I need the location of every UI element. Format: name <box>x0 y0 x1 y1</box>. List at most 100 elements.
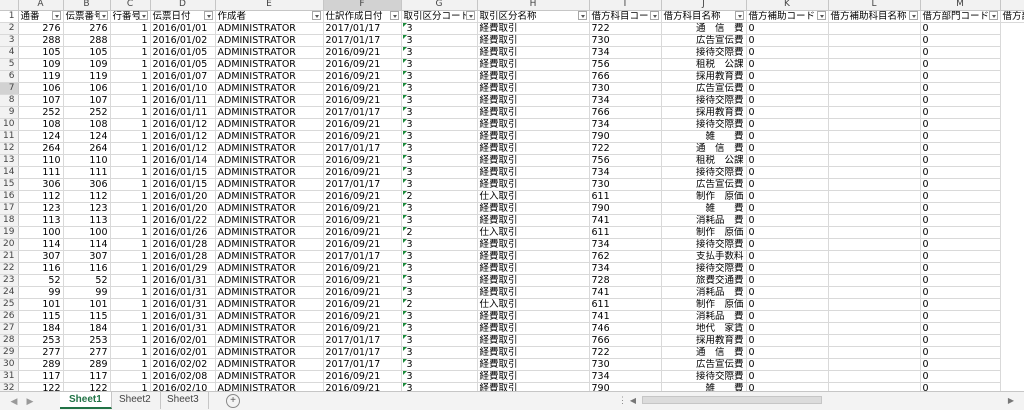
column-header[interactable]: C <box>110 0 151 11</box>
table-cell[interactable]: 0 <box>746 130 829 143</box>
table-cell[interactable]: 経費取引 <box>477 214 590 227</box>
table-cell[interactable]: 0 <box>920 34 1001 47</box>
table-cell[interactable]: 2016/09/21 <box>323 226 402 239</box>
table-cell[interactable]: 2016/01/31 <box>150 274 216 287</box>
table-cell[interactable]: 0 <box>920 298 1001 311</box>
table-cell[interactable]: 経費取引 <box>477 34 590 47</box>
table-cell[interactable]: ADMINISTRATOR <box>215 166 324 179</box>
field-header-cell[interactable]: 行番号 <box>110 10 151 23</box>
table-cell[interactable]: 経費取引 <box>477 82 590 95</box>
table-cell[interactable]: 0 <box>920 142 1001 155</box>
table-cell[interactable]: 広告宣伝費 <box>661 34 747 47</box>
table-cell[interactable]: 307 <box>18 250 64 263</box>
column-header[interactable]: E <box>215 0 324 11</box>
table-cell[interactable]: 採用教育費 <box>661 70 747 83</box>
filter-dropdown-icon[interactable] <box>577 10 587 20</box>
table-cell[interactable]: ADMINISTRATOR <box>215 118 324 131</box>
table-cell[interactable]: 741 <box>589 310 662 323</box>
table-cell[interactable]: 730 <box>589 358 662 371</box>
table-cell[interactable]: 0 <box>920 190 1001 203</box>
field-header-cell[interactable]: 仕訳作成日付 <box>323 10 402 23</box>
table-cell[interactable]: ADMINISTRATOR <box>215 310 324 323</box>
table-cell[interactable]: 122 <box>18 382 64 391</box>
table-cell[interactable]: 2 <box>401 190 478 203</box>
table-cell[interactable]: 0 <box>746 202 829 215</box>
table-cell[interactable]: 0 <box>920 274 1001 287</box>
table-cell[interactable] <box>828 310 921 323</box>
table-cell[interactable]: ADMINISTRATOR <box>215 34 324 47</box>
table-cell[interactable]: 3 <box>401 358 478 371</box>
table-cell[interactable]: 接待交際費 <box>661 46 747 59</box>
table-cell[interactable]: 消耗品 費 <box>661 214 747 227</box>
table-cell[interactable]: 1 <box>110 226 151 239</box>
table-cell[interactable]: 2016/01/01 <box>150 22 216 35</box>
table-cell[interactable]: 経費取引 <box>477 310 590 323</box>
table-cell[interactable]: 790 <box>589 382 662 391</box>
table-cell[interactable]: 2017/01/17 <box>323 346 402 359</box>
table-cell[interactable]: 1 <box>110 370 151 383</box>
filter-dropdown-icon[interactable] <box>389 10 399 20</box>
table-cell[interactable]: 0 <box>920 322 1001 335</box>
filter-dropdown-icon[interactable] <box>51 10 61 20</box>
filter-dropdown-icon[interactable] <box>203 10 213 20</box>
table-cell[interactable]: 3 <box>401 82 478 95</box>
table-cell[interactable]: 仕入取引 <box>477 298 590 311</box>
table-cell[interactable] <box>828 58 921 71</box>
table-cell[interactable]: 2016/01/28 <box>150 238 216 251</box>
table-cell[interactable]: 0 <box>746 262 829 275</box>
table-cell[interactable] <box>828 178 921 191</box>
table-cell[interactable]: 2017/01/17 <box>323 178 402 191</box>
field-header-cell[interactable]: 通番 <box>18 10 64 23</box>
table-cell[interactable]: 734 <box>589 94 662 107</box>
table-cell[interactable]: 2017/01/17 <box>323 34 402 47</box>
table-cell[interactable]: 307 <box>63 250 111 263</box>
row-header[interactable]: 28 <box>0 334 19 347</box>
table-cell[interactable]: 2016/01/31 <box>150 310 216 323</box>
table-cell[interactable]: 253 <box>63 334 111 347</box>
filter-dropdown-icon[interactable] <box>649 10 659 20</box>
table-cell[interactable]: 106 <box>18 82 64 95</box>
table-cell[interactable]: 722 <box>589 142 662 155</box>
table-cell[interactable]: 3 <box>401 34 478 47</box>
column-header[interactable] <box>1000 0 1024 11</box>
table-cell[interactable]: 0 <box>920 118 1001 131</box>
row-header[interactable]: 30 <box>0 358 19 371</box>
table-cell[interactable]: 0 <box>920 166 1001 179</box>
table-cell[interactable]: 2016/01/15 <box>150 178 216 191</box>
table-cell[interactable]: 採用教育費 <box>661 334 747 347</box>
row-header[interactable]: 2 <box>0 22 19 35</box>
table-cell[interactable] <box>828 34 921 47</box>
table-cell[interactable]: 3 <box>401 346 478 359</box>
table-cell[interactable]: 734 <box>589 238 662 251</box>
table-cell[interactable]: 0 <box>746 190 829 203</box>
table-cell[interactable]: 734 <box>589 166 662 179</box>
table-cell[interactable]: 110 <box>18 154 64 167</box>
table-cell[interactable]: ADMINISTRATOR <box>215 82 324 95</box>
table-cell[interactable] <box>828 70 921 83</box>
column-header[interactable]: I <box>589 0 662 11</box>
table-cell[interactable]: 111 <box>63 166 111 179</box>
table-cell[interactable] <box>828 358 921 371</box>
field-header-cell[interactable]: 借方科目名称 <box>661 10 747 23</box>
table-cell[interactable]: ADMINISTRATOR <box>215 226 324 239</box>
table-cell[interactable]: 113 <box>63 214 111 227</box>
table-cell[interactable]: 2016/01/20 <box>150 190 216 203</box>
table-cell[interactable]: 115 <box>63 310 111 323</box>
table-cell[interactable]: 114 <box>18 238 64 251</box>
table-cell[interactable]: 0 <box>746 154 829 167</box>
row-header[interactable]: 14 <box>0 166 19 179</box>
table-cell[interactable]: 接待交際費 <box>661 262 747 275</box>
table-cell[interactable]: 101 <box>63 298 111 311</box>
table-cell[interactable]: 124 <box>18 130 64 143</box>
table-cell[interactable]: 113 <box>18 214 64 227</box>
row-header[interactable]: 23 <box>0 274 19 287</box>
table-cell[interactable]: 旅費交通費 <box>661 274 747 287</box>
table-cell[interactable]: ADMINISTRATOR <box>215 178 324 191</box>
table-cell[interactable]: 消耗品 費 <box>661 286 747 299</box>
table-cell[interactable]: 経費取引 <box>477 130 590 143</box>
table-cell[interactable] <box>828 82 921 95</box>
table-cell[interactable]: 0 <box>746 58 829 71</box>
table-cell[interactable]: 0 <box>920 82 1001 95</box>
table-cell[interactable]: 地代 家賃 <box>661 322 747 335</box>
table-cell[interactable]: ADMINISTRATOR <box>215 286 324 299</box>
